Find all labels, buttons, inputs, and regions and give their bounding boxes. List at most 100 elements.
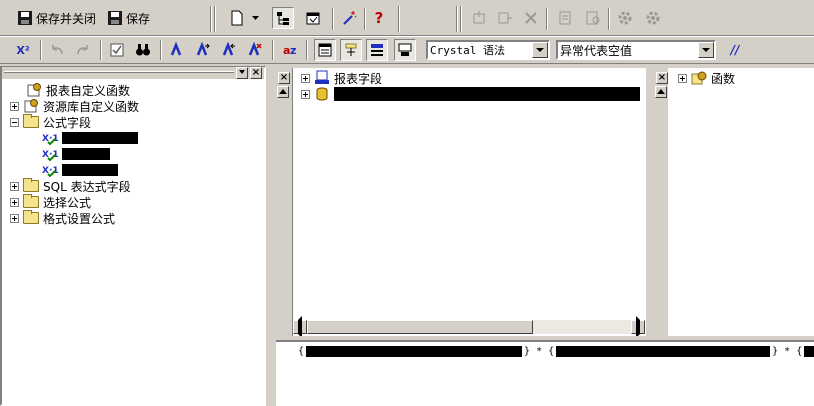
help-button[interactable]: ? [368,7,390,29]
pane-menu-button[interactable] [236,67,248,79]
pane-scroll-up[interactable] [277,86,289,98]
tree-item-formula-fields[interactable]: 公式字段 [10,114,91,130]
new-formula-button[interactable] [226,7,248,29]
grip-bar[interactable] [4,71,234,73]
formula-editor[interactable]: { } * { } * { [276,340,814,406]
toolbar-separator [272,40,274,60]
chevron-down-icon[interactable] [532,42,548,58]
find-button[interactable] [132,39,154,61]
tree-item-functions[interactable]: 函数 [678,70,735,86]
functions-icon [691,71,707,85]
toggle-operators-tree-button[interactable] [394,39,416,61]
tree-item-formatting-formulas[interactable]: 格式设置公式 [10,210,115,226]
tree-item-formula-1[interactable]: X·1 [42,130,138,146]
tree-item-report-fields[interactable]: 报表字段 [301,70,382,86]
fields-tree-icon [345,43,357,56]
sort-alpha-button[interactable]: az [280,39,302,61]
toolbar-separator [306,40,308,60]
clear-bookmarks-button[interactable] [244,39,266,61]
tree-item-formula-3[interactable]: X·1 [42,162,118,178]
vertical-splitter[interactable] [646,66,656,338]
close-icon: × [279,72,289,83]
toggle-workshop-tree-button[interactable] [314,39,336,61]
pane-scroll-up[interactable] [655,86,667,98]
svg-text:X·1: X·1 [42,166,58,176]
folder-icon [23,194,39,208]
new-formula-dropdown[interactable] [250,7,262,29]
scroll-thumb[interactable] [307,320,533,334]
tree-item-report-functions[interactable]: 报表自定义函数 [26,82,130,98]
tree-item-repository-functions[interactable]: 资源库自定义函数 [10,98,139,114]
field-properties-button[interactable] [554,7,576,29]
binoculars-icon [136,44,150,56]
syntax-select[interactable]: Crystal 语法 [426,40,550,60]
scroll-right-button[interactable] [631,320,645,334]
save-disk-icon [18,11,32,25]
functions-tree-icon [371,44,383,56]
expand-icon[interactable] [301,89,310,99]
close-fields-pane-button[interactable]: × [278,72,290,84]
close-functions-pane-button[interactable]: × [656,72,668,84]
tree-item-database[interactable] [301,86,640,102]
expand-icon[interactable] [301,73,310,83]
sort-button[interactable]: X² [12,39,34,61]
toggle-bookmark-button[interactable] [166,39,188,61]
fields-horizontal-scrollbar[interactable] [293,320,645,334]
expand-icon[interactable] [10,197,19,207]
expand-icon[interactable] [10,101,19,111]
previous-bookmark-button[interactable] [218,39,240,61]
tree-item-sql-expressions[interactable]: SQL 表达式字段 [10,178,131,194]
toggle-tree-button[interactable] [272,7,294,29]
insert-field-button[interactable] [468,7,490,29]
database-icon [316,87,328,101]
save-and-close-button[interactable]: 保存并关闭 [14,7,99,29]
toggle-fields-tree-button[interactable] [340,39,362,61]
formula-text[interactable]: { } * { } * { [298,346,814,357]
settings-gear-button[interactable] [642,7,664,29]
collapse-icon[interactable] [10,117,19,127]
toolbar-separator [460,6,462,32]
null-handling-select[interactable]: 异常代表空值 [556,40,716,60]
redacted-label [62,148,110,160]
redo-button[interactable] [72,39,94,61]
redacted-label [334,87,640,101]
folder-icon [23,210,39,224]
toolbar-separator [332,8,334,30]
expand-icon[interactable] [10,181,19,191]
chevron-down-icon[interactable] [698,42,714,58]
undo-icon [52,45,63,55]
delete-x-icon [525,12,537,24]
next-bookmark-button[interactable] [192,39,214,61]
chevron-down-icon [239,70,245,74]
toggle-functions-tree-button[interactable] [366,39,388,61]
vertical-splitter[interactable] [266,66,276,406]
tree-item-selection-formulas[interactable]: 选择公式 [10,194,91,210]
redo-icon [77,45,88,55]
tree-item-formula-2[interactable]: X·1 [42,146,110,162]
expand-icon[interactable] [678,73,687,83]
delete-button[interactable] [520,7,542,29]
function-gear-icon [24,99,38,113]
expand-icon[interactable] [10,213,19,223]
comment-button[interactable]: // [724,39,746,61]
check-formula-button[interactable] [106,39,128,61]
scroll-left-button[interactable] [293,320,307,334]
close-pane-button[interactable]: × [250,67,262,79]
properties-button[interactable] [302,7,324,29]
toolbar-separator [160,40,162,60]
next-bookmark-icon [196,42,210,56]
options-gear-button[interactable] [614,7,636,29]
formula-x1-icon: X·1 [42,150,58,161]
formula-x1-icon: X·1 [42,134,58,145]
expert-wand-button[interactable] [338,7,360,29]
browse-data-button[interactable] [582,7,604,29]
toolbar-separator [398,6,400,32]
save-button[interactable]: 保存 [104,7,153,29]
rename-field-button[interactable] [494,7,516,29]
main-toolbar: 保存并关闭 保存 ? [0,0,814,36]
toolbar-separator [546,8,548,30]
undo-button[interactable] [46,39,68,61]
insert-field-icon [473,11,485,24]
close-icon: × [657,72,667,83]
report-fields-icon [315,70,329,84]
